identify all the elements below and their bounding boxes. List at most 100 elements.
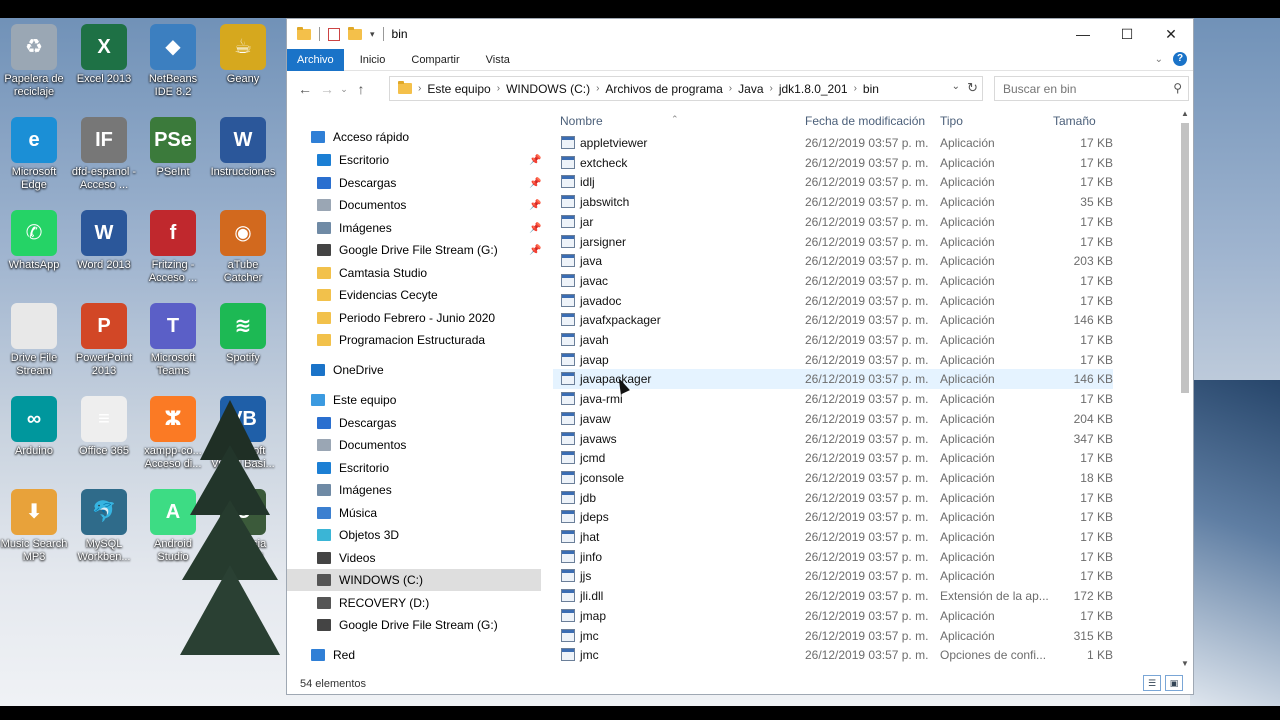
expand-ribbon-chevron-icon[interactable]: ⌄ — [1155, 54, 1163, 65]
tab-archivo[interactable]: Archivo — [287, 48, 344, 71]
desktop-icon[interactable]: ⬇ Music Search MP3 — [0, 489, 68, 564]
table-row[interactable]: jli.dll 26/12/2019 03:57 p. m. Extensión d… — [553, 586, 1113, 606]
tab-vista[interactable]: Vista — [470, 49, 520, 71]
table-row[interactable]: jarsigner 26/12/2019 03:57 p. m. Aplicació… — [553, 232, 1113, 252]
nav-item[interactable]: Descargas 📌 — [287, 172, 541, 194]
nav-item[interactable]: Acceso rápido — [287, 126, 541, 148]
file-list[interactable]: ⌃ Nombre Fecha de modificación Tipo Tama… — [553, 109, 1183, 669]
table-row[interactable]: javaw 26/12/2019 03:57 p. m. Aplicación 204… — [553, 409, 1113, 429]
table-row[interactable]: java 26/12/2019 03:57 p. m. Aplicación 203 … — [553, 251, 1113, 271]
tab-compartir[interactable]: Compartir — [395, 49, 469, 71]
nav-item[interactable]: Documentos 📌 — [287, 194, 541, 216]
nav-item[interactable]: Escritorio 📌 — [287, 149, 541, 171]
details-view-icon[interactable]: ☰ — [1143, 675, 1161, 691]
scroll-down-arrow-icon[interactable]: ▼ — [1181, 659, 1189, 668]
scrollbar-thumb[interactable] — [1181, 123, 1189, 393]
address-bar[interactable]: › Este equipo › WINDOWS (C:) › Archivos … — [389, 76, 983, 101]
column-header-size[interactable]: Tamaño — [1053, 114, 1096, 128]
nav-item[interactable]: RECOVERY (D:) — [287, 592, 541, 614]
nav-item[interactable]: Google Drive File Stream (G:) 📌 — [287, 239, 541, 261]
table-row[interactable]: jhat 26/12/2019 03:57 p. m. Aplicación 17 K… — [553, 527, 1113, 547]
nav-item[interactable]: Documentos — [287, 434, 541, 456]
table-row[interactable]: javafxpackager 26/12/2019 03:57 p. m. Apli… — [553, 310, 1113, 330]
nav-item[interactable]: Periodo Febrero - Junio 2020 — [287, 307, 541, 329]
nav-item[interactable]: WINDOWS (C:) — [287, 569, 541, 591]
nav-item[interactable]: Objetos 3D — [287, 524, 541, 546]
column-header-date[interactable]: Fecha de modificación — [805, 114, 925, 128]
breadcrumb-jdk[interactable]: jdk1.8.0_201 — [773, 82, 854, 96]
minimize-button[interactable]: — — [1061, 19, 1105, 49]
nav-item[interactable]: Imágenes 📌 — [287, 217, 541, 239]
nav-item[interactable]: Imágenes — [287, 479, 541, 501]
table-row[interactable]: jconsole 26/12/2019 03:57 p. m. Aplicación… — [553, 468, 1113, 488]
table-row[interactable]: jjs 26/12/2019 03:57 p. m. Aplicación 17 KB — [553, 566, 1113, 586]
nav-item[interactable]: Programacion Estructurada — [287, 329, 541, 351]
table-row[interactable]: javadoc 26/12/2019 03:57 p. m. Aplicación 1… — [553, 291, 1113, 311]
table-row[interactable]: javah 26/12/2019 03:57 p. m. Aplicación 17 … — [553, 330, 1113, 350]
desktop-icon[interactable]: Drive File Stream — [0, 303, 68, 378]
chevron-down-icon[interactable]: ▾ — [370, 29, 375, 40]
properties-icon[interactable] — [328, 27, 340, 41]
nav-item[interactable]: OneDrive — [287, 359, 541, 381]
refresh-icon[interactable]: ↻ — [967, 80, 978, 96]
pin-icon[interactable]: 📌 — [529, 245, 541, 256]
pin-icon[interactable]: 📌 — [529, 223, 541, 234]
table-row[interactable]: jmc 26/12/2019 03:57 p. m. Aplicación 315 K… — [553, 626, 1113, 646]
table-row[interactable]: appletviewer 26/12/2019 03:57 p. m. Aplica… — [553, 133, 1113, 153]
nav-item[interactable]: Música — [287, 502, 541, 524]
desktop-icon[interactable]: ≋ Spotify — [209, 303, 277, 365]
table-row[interactable]: jmc 26/12/2019 03:57 p. m. Opciones de con… — [553, 645, 1113, 665]
nav-item[interactable]: Red — [287, 644, 541, 666]
table-row[interactable]: javaws 26/12/2019 03:57 p. m. Aplicación 34… — [553, 429, 1113, 449]
nav-item[interactable]: Camtasia Studio — [287, 262, 541, 284]
desktop-icon[interactable]: 🐬 MySQL Workben... — [70, 489, 138, 564]
desktop-icon[interactable]: f Fritzing - Acceso ... — [139, 210, 207, 285]
breadcrumb-este-equipo[interactable]: Este equipo — [421, 82, 496, 96]
nav-item[interactable]: Escritorio — [287, 457, 541, 479]
column-header-name[interactable]: Nombre — [560, 114, 603, 128]
desktop-icon[interactable]: e Microsoft Edge — [0, 117, 68, 192]
pin-icon[interactable]: 📌 — [529, 155, 541, 166]
desktop-icon[interactable]: P PowerPoint 2013 — [70, 303, 138, 378]
table-row[interactable]: javac 26/12/2019 03:57 p. m. Aplicación 17 … — [553, 271, 1113, 291]
desktop-icon[interactable]: X Excel 2013 — [70, 24, 138, 86]
desktop-icon[interactable]: W Instrucciones — [209, 117, 277, 179]
help-icon[interactable]: ? — [1173, 52, 1187, 66]
desktop-icon[interactable]: ∞ Arduino — [0, 396, 68, 458]
breadcrumb-windows-c[interactable]: WINDOWS (C:) — [500, 82, 596, 96]
table-row[interactable]: jmap 26/12/2019 03:57 p. m. Aplicación 17 K… — [553, 606, 1113, 626]
table-row[interactable]: jcmd 26/12/2019 03:57 p. m. Aplicación 17 K… — [553, 448, 1113, 468]
table-row[interactable]: jdb 26/12/2019 03:57 p. m. Aplicación 17 KB — [553, 488, 1113, 508]
pin-icon[interactable]: 📌 — [529, 178, 541, 189]
tab-inicio[interactable]: Inicio — [344, 49, 396, 71]
table-row[interactable]: javapackager 26/12/2019 03:57 p. m. Aplica… — [553, 369, 1113, 390]
table-row[interactable]: jar 26/12/2019 03:57 p. m. Aplicación 17 KB — [553, 212, 1113, 232]
maximize-button[interactable]: ☐ — [1105, 19, 1149, 49]
desktop-icon[interactable]: W Word 2013 — [70, 210, 138, 272]
nav-item[interactable]: Este equipo — [287, 389, 541, 411]
desktop-icon[interactable]: ≡ Office 365 — [70, 396, 138, 458]
new-folder-icon[interactable] — [348, 26, 362, 40]
table-row[interactable]: jdeps 26/12/2019 03:57 p. m. Aplicación 17 … — [553, 507, 1113, 527]
navigation-pane[interactable]: Acceso rápido Escritorio 📌 Descargas 📌 Docume… — [287, 109, 543, 669]
nav-item[interactable]: Evidencias Cecyte — [287, 284, 541, 306]
vertical-scrollbar[interactable]: ▲ ▼ — [1179, 109, 1191, 669]
back-arrow-icon[interactable]: ← — [294, 81, 316, 97]
desktop-icon[interactable]: ♻ Papelera de reciclaje — [0, 24, 68, 99]
desktop-icon[interactable]: PSe PSeInt — [139, 117, 207, 179]
nav-item[interactable]: Descargas — [287, 412, 541, 434]
breadcrumb-java[interactable]: Java — [732, 82, 769, 96]
address-dropdown-icon[interactable]: ⌄ — [952, 81, 960, 92]
close-button[interactable]: ✕ — [1149, 19, 1193, 49]
breadcrumb-archivos-de-programa[interactable]: Archivos de programa — [599, 82, 728, 96]
desktop-icon[interactable]: ☕ Geany — [209, 24, 277, 86]
forward-arrow-icon[interactable]: → — [316, 81, 338, 97]
search-box[interactable]: ⚲ — [994, 76, 1189, 101]
pin-icon[interactable]: 📌 — [529, 200, 541, 211]
scroll-up-arrow-icon[interactable]: ▲ — [1181, 109, 1189, 118]
desktop-icon[interactable]: ◉ aTube Catcher — [209, 210, 277, 285]
column-header-type[interactable]: Tipo — [940, 114, 963, 128]
nav-item[interactable]: Videos — [287, 547, 541, 569]
table-row[interactable]: jinfo 26/12/2019 03:57 p. m. Aplicación 17 … — [553, 547, 1113, 567]
title-bar[interactable]: ▾ bin — ☐ ✕ — [287, 19, 1193, 49]
